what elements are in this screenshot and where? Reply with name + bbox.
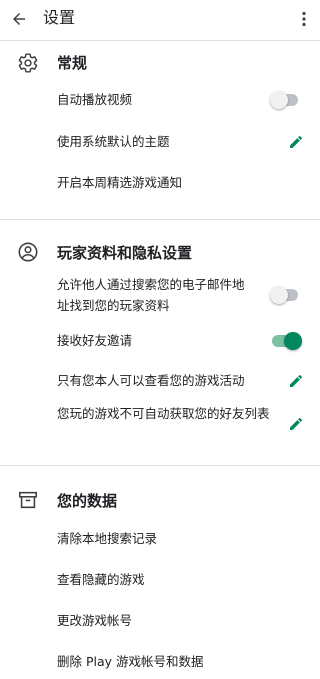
edit-pencil-icon [290, 374, 303, 387]
arrow-back-icon [13, 13, 25, 25]
setting-game-activity[interactable]: 只有您本人可以查看您的游戏活动 [57, 370, 245, 392]
archive-icon [18, 491, 38, 509]
setting-clear-search-history[interactable]: 清除本地搜索记录 [57, 528, 157, 550]
edit-activity-button[interactable] [286, 371, 306, 391]
toggle-thumb [284, 332, 302, 350]
more-options-button[interactable] [292, 6, 316, 32]
edit-friends-list-button[interactable] [286, 414, 306, 434]
app-bar: 设置 [0, 0, 320, 38]
friend-invites-toggle[interactable] [270, 331, 302, 351]
account-circle-icon [18, 242, 38, 262]
header-divider [0, 40, 320, 41]
setting-find-by-email[interactable]: 允许他人通过搜索您的电子邮件地址找到您的玩家资料 [57, 274, 252, 316]
gear-icon [18, 53, 38, 73]
toggle-thumb [270, 286, 288, 304]
setting-friend-invites[interactable]: 接收好友邀请 [57, 330, 132, 352]
setting-hidden-games[interactable]: 查看隐藏的游戏 [57, 569, 145, 591]
setting-change-account[interactable]: 更改游戏帐号 [57, 610, 132, 632]
setting-friends-list[interactable]: 您玩的游戏不可自动获取您的好友列表 [57, 403, 287, 424]
back-button[interactable] [6, 6, 32, 32]
setting-weekly-notification[interactable]: 开启本周精选游戏通知 [57, 172, 182, 194]
toggle-thumb [270, 91, 288, 109]
edit-theme-button[interactable] [286, 132, 306, 152]
edit-pencil-icon [290, 135, 303, 148]
setting-delete-account[interactable]: 删除 Play 游戏帐号和数据 [57, 651, 204, 673]
autoplay-video-toggle[interactable] [270, 90, 302, 110]
more-vert-icon [302, 11, 306, 27]
find-by-email-toggle[interactable] [270, 285, 302, 305]
section-title-general: 常规 [57, 54, 88, 72]
setting-autoplay-video[interactable]: 自动播放视频 [57, 89, 132, 111]
edit-pencil-icon [290, 417, 303, 430]
section-title-your-data: 您的数据 [57, 492, 118, 510]
section-divider [0, 219, 320, 220]
setting-system-theme[interactable]: 使用系统默认的主题 [57, 131, 170, 153]
section-title-profile-privacy: 玩家资料和隐私设置 [57, 244, 193, 262]
page-title: 设置 [43, 8, 76, 27]
section-divider [0, 465, 320, 466]
